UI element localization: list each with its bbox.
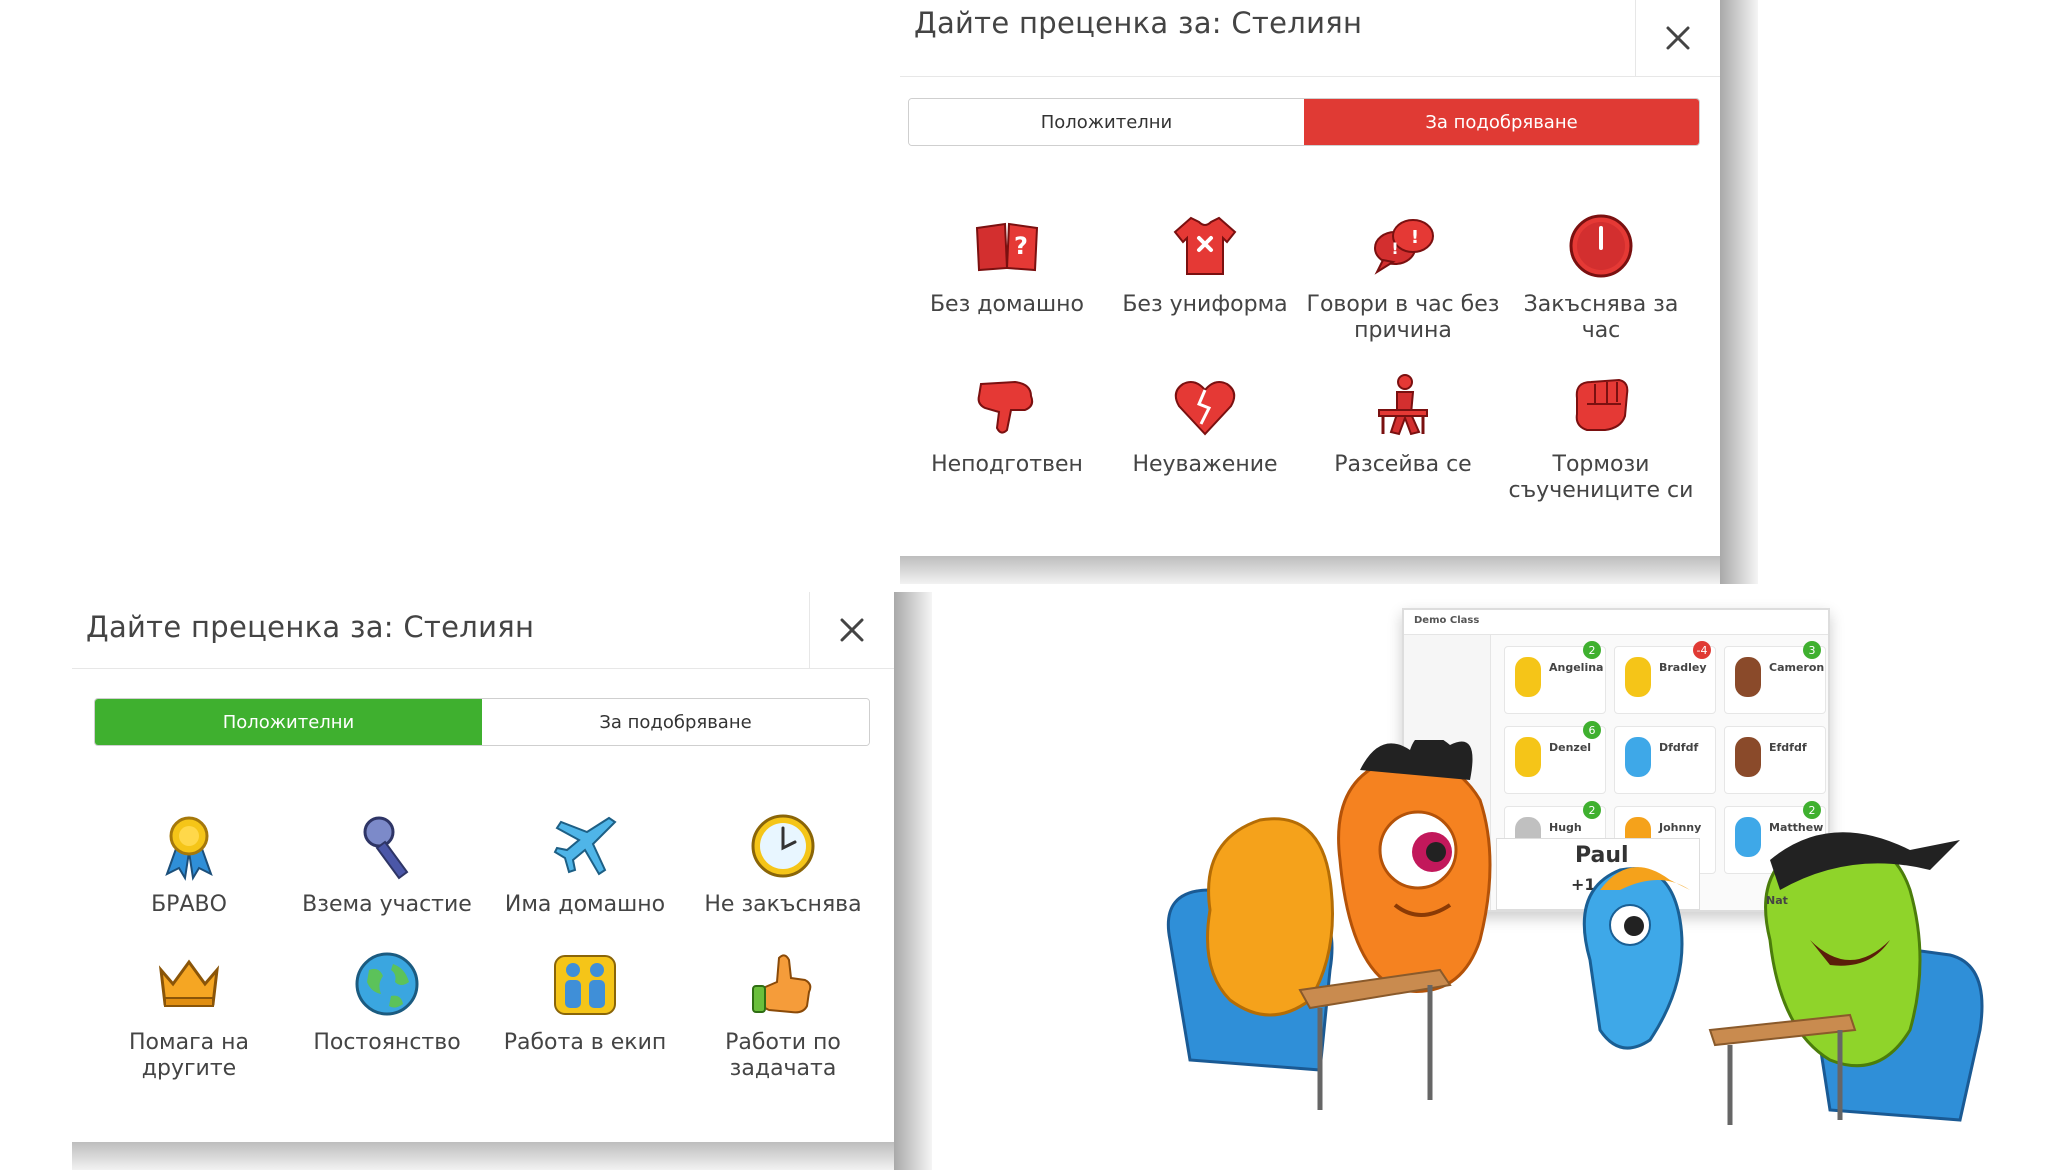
skill-label: Без униформа xyxy=(1122,292,1288,317)
clock-icon xyxy=(751,814,815,878)
points-badge: 3 xyxy=(1803,641,1821,659)
partial-student-label: Nat xyxy=(1766,894,1788,907)
class-name: Demo Class xyxy=(1414,615,1480,626)
negative-feedback-dialog: Дайте преценка за: Стелиян Положителни З… xyxy=(900,0,1758,584)
book-question-icon: ? xyxy=(975,222,1039,272)
monsters-scene xyxy=(1166,740,1984,1125)
student-avatar xyxy=(1515,657,1541,697)
tab-positive[interactable]: Положителни xyxy=(95,699,482,745)
svg-text:?: ? xyxy=(1014,232,1028,260)
svg-text:!: ! xyxy=(1391,239,1398,258)
skill-label: Работа в екип xyxy=(503,1030,667,1055)
close-icon xyxy=(840,618,864,642)
skill-has-homework[interactable]: Има домашно xyxy=(486,810,684,918)
skill-label: БРАВО xyxy=(151,892,227,917)
ribbon-medal-icon xyxy=(165,816,213,881)
skill-label: Тормози съучениците си xyxy=(1508,452,1694,503)
crown-icon xyxy=(158,959,220,1007)
airplane-icon xyxy=(553,816,617,876)
blue-monster xyxy=(1582,867,1684,1050)
dialog-title: Дайте преценка за: Стелиян xyxy=(914,6,1363,40)
skill-label: Има домашно xyxy=(504,892,666,917)
skill-label: Работи по задачата xyxy=(725,1030,841,1081)
tab-needs-work[interactable]: За подобряване xyxy=(482,699,869,745)
skill-talks-in-class[interactable]: ! ! Говори в час без причина xyxy=(1304,210,1502,344)
shirt-x-icon xyxy=(1173,216,1237,275)
skill-bullies[interactable]: Тормози съучениците си xyxy=(1502,370,1700,504)
positive-feedback-dialog: Дайте преценка за: Стелиян Положителни З… xyxy=(72,592,932,1170)
student-card[interactable]: Angelina 2 xyxy=(1504,641,1606,714)
fist-icon xyxy=(1575,378,1629,431)
skill-label: Говори в час без причина xyxy=(1306,292,1500,343)
svg-text:!: ! xyxy=(1411,227,1419,248)
thumbs-up-icon xyxy=(752,954,812,1014)
yellow-monster xyxy=(1206,817,1334,1017)
skill-label: Постоянство xyxy=(313,1030,461,1055)
close-button[interactable] xyxy=(809,592,894,668)
skills-grid: ? Без домашно Без униформа ! ! Говори в … xyxy=(908,210,1700,504)
tab-needs-work[interactable]: За подобряване xyxy=(1304,99,1699,145)
skill-label: Не закъснява xyxy=(704,892,862,917)
student-avatar xyxy=(1735,657,1761,697)
points-badge: -4 xyxy=(1693,641,1711,659)
skill-not-late[interactable]: Не закъснява xyxy=(684,810,882,918)
skill-no-homework[interactable]: ? Без домашно xyxy=(908,210,1106,344)
thumbs-down-icon xyxy=(977,380,1034,434)
tab-positive[interactable]: Положителни xyxy=(909,99,1304,145)
skill-disrespect[interactable]: Неуважение xyxy=(1106,370,1304,504)
skill-unprepared[interactable]: Неподготвен xyxy=(908,370,1106,504)
clock-icon xyxy=(1569,214,1633,278)
skill-on-task[interactable]: Работи по задачата xyxy=(684,948,882,1082)
screen-toolbar: Demo Class xyxy=(1404,610,1828,635)
skill-distracted[interactable]: Разсейва се xyxy=(1304,370,1502,504)
student-card[interactable]: Bradley -4 xyxy=(1614,641,1716,714)
globe-icon xyxy=(355,952,419,1016)
points-badge: 2 xyxy=(1583,641,1601,659)
skill-participates[interactable]: Взема участие xyxy=(288,810,486,918)
feedback-tabs: Положителни За подобряване xyxy=(908,98,1700,146)
skill-label: Неподготвен xyxy=(931,452,1083,477)
skill-late[interactable]: Закъснява за час xyxy=(1502,210,1700,344)
skill-no-uniform[interactable]: Без униформа xyxy=(1106,210,1304,344)
dialog-header: Дайте преценка за: Стелиян xyxy=(900,0,1720,77)
student-card[interactable]: Cameron 3 xyxy=(1724,641,1826,714)
skill-label: Разсейва се xyxy=(1334,452,1472,477)
feedback-tabs: Положителни За подобряване xyxy=(94,698,870,746)
skill-label: Без домашно xyxy=(929,292,1085,317)
team-icon xyxy=(554,955,616,1015)
skill-label: Взема участие xyxy=(302,892,472,917)
close-icon xyxy=(1666,26,1690,50)
skills-grid: БРАВО Взема участие Има домашно Не закъс… xyxy=(90,810,882,1082)
dialog-header: Дайте преценка за: Стелиян xyxy=(72,592,894,669)
broken-heart-icon xyxy=(1174,381,1236,436)
skill-teamwork[interactable]: Работа в екип xyxy=(486,948,684,1082)
skill-label: Помага на другите xyxy=(129,1030,249,1081)
skill-label: Закъснява за час xyxy=(1523,292,1679,343)
student-name: Bradley xyxy=(1659,661,1707,674)
distracted-person-icon xyxy=(1378,374,1428,436)
student-name: Cameron xyxy=(1769,661,1825,674)
close-button[interactable] xyxy=(1635,0,1720,76)
skill-persistence[interactable]: Постоянство xyxy=(288,948,486,1082)
skill-bravo[interactable]: БРАВО xyxy=(90,810,288,918)
student-name: Angelina xyxy=(1549,661,1604,674)
microphone-icon xyxy=(363,816,409,880)
skill-helps-others[interactable]: Помага на другите xyxy=(90,948,288,1082)
dialog-title: Дайте преценка за: Стелиян xyxy=(86,610,535,644)
points-badge: 6 xyxy=(1583,721,1601,739)
skill-label: Неуважение xyxy=(1132,452,1278,477)
student-avatar xyxy=(1625,657,1651,697)
speech-bubbles-icon: ! ! xyxy=(1374,219,1434,275)
